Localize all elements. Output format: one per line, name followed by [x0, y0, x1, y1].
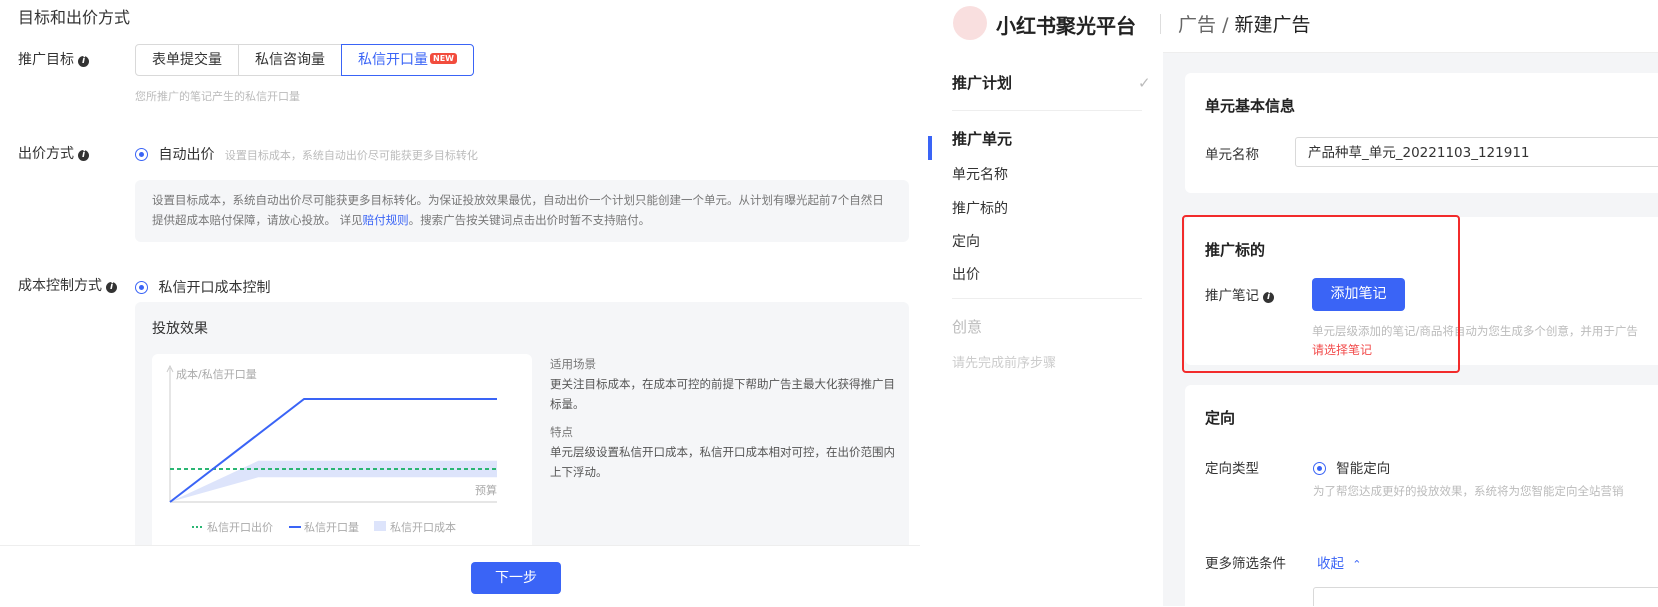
goal-label: 推广目标 i	[18, 49, 89, 69]
top-bar: 小红书聚光平台 广告 / 新建广告	[928, 0, 1658, 53]
y-axis-label: 成本/私信开口量	[176, 367, 257, 381]
goal-tab-open[interactable]: 私信开口量 NEW	[341, 44, 474, 76]
active-step-indicator	[928, 136, 932, 160]
unit-name-input[interactable]: 产品种草_单元_20221103_121911	[1295, 137, 1658, 167]
legend-cost-label: 私信开口成本	[390, 520, 456, 534]
breadcrumb-ads[interactable]: 广告	[1178, 14, 1216, 36]
chevron-up-icon: ⌃	[1352, 558, 1362, 571]
cost-band	[170, 460, 497, 502]
smart-targeting-radio[interactable]: 智能定向	[1313, 457, 1390, 477]
effect-title: 投放效果	[152, 321, 208, 337]
info-icon[interactable]: i	[78, 56, 89, 67]
new-badge: NEW	[430, 53, 457, 64]
filters-input[interactable]	[1313, 587, 1658, 606]
legend-bid-label: 私信开口出价	[207, 520, 273, 534]
cost-control-label: 成本控制方式 i	[18, 275, 117, 295]
nav-creative-hint: 请先完成前序步骤	[952, 356, 1057, 371]
breadcrumb: 广告 / 新建广告	[1178, 14, 1311, 36]
bid-label: 出价方式 i	[18, 143, 89, 163]
crumb-divider	[1160, 14, 1161, 34]
info-icon[interactable]: i	[78, 150, 89, 161]
effect-chart: 成本/私信开口量预算私信开口出价 私信开口量 私信开口成本	[166, 364, 497, 534]
nav-divider	[952, 110, 1142, 111]
targeting-hint: 为了帮您达成更好的投放效果，系统将为您智能定向全站营销	[1313, 484, 1624, 498]
effect-notes: 适用场景 更关注目标成本，在成本可控的前提下帮助广告主最大化获得推广目 标量。 …	[550, 357, 895, 479]
nav-unit-target[interactable]: 推广标的	[952, 198, 1008, 218]
legend-cost-swatch	[374, 521, 386, 531]
more-filters-label: 更多筛选条件	[1205, 556, 1286, 572]
nav-divider	[952, 298, 1142, 299]
targeting-type-label: 定向类型	[1205, 461, 1259, 477]
highlight-box	[1182, 215, 1460, 373]
cost-control-radio[interactable]: 私信开口成本控制	[135, 277, 270, 297]
unit-basic-card: 单元基本信息 单元名称 产品种草_单元_20221103_121911	[1185, 73, 1658, 193]
brand-name: 小红书聚光平台	[996, 14, 1136, 38]
nav-unit-targeting[interactable]: 定向	[952, 231, 980, 251]
legend-volume-label: 私信开口量	[304, 521, 359, 534]
info-icon[interactable]: i	[106, 282, 117, 293]
brand-logo	[953, 6, 987, 40]
goal-hint: 您所推广的笔记产生的私信开口量	[135, 90, 300, 103]
nav-unit-name[interactable]: 单元名称	[952, 164, 1008, 184]
goal-tab-consult[interactable]: 私信咨询量	[238, 44, 342, 76]
nav-unit[interactable]: 推广单元	[952, 128, 1012, 149]
radio-checked-icon[interactable]	[135, 148, 148, 161]
targeting-title: 定向	[1205, 409, 1236, 427]
radio-checked-icon[interactable]	[135, 281, 148, 294]
next-step-button[interactable]: 下一步	[471, 562, 561, 594]
bottom-bar	[0, 545, 920, 607]
nav-creative: 创意	[952, 318, 983, 336]
goal-tab-form[interactable]: 表单提交量	[135, 44, 239, 76]
radio-checked-icon[interactable]	[1313, 462, 1326, 475]
nav-unit-bid[interactable]: 出价	[952, 264, 980, 284]
bid-auto-radio[interactable]: 自动出价 设置目标成本，系统自动出价尽可能获更多目标转化	[135, 144, 478, 164]
ad-goal-panel: 目标和出价方式 推广目标 i 表单提交量 私信咨询量 私信开口量 NEW 您所推广的…	[0, 0, 920, 607]
nav-plan[interactable]: 推广计划	[952, 72, 1012, 93]
step-sidebar: 推广计划 ✓ 推广单元 单元名称 推广标的 定向 出价 创意 请先完成前序步骤	[928, 52, 1163, 606]
unit-name-label: 单元名称	[1205, 147, 1259, 163]
bid-description-box: 设置目标成本，系统自动出价尽可能获更多目标转化。为保证投放效果最优，自动出价一个…	[135, 180, 909, 242]
unit-basic-title: 单元基本信息	[1205, 97, 1296, 115]
targeting-card: 定向 定向类型 智能定向 为了帮您达成更好的投放效果，系统将为您智能定向全站营销…	[1185, 385, 1658, 606]
effect-chart-card: 成本/私信开口量预算私信开口出价 私信开口量 私信开口成本	[152, 354, 532, 554]
check-icon: ✓	[1138, 74, 1151, 92]
x-axis-label: 预算	[475, 483, 497, 497]
effect-box: 投放效果 成本/私信开口量预算私信开口出价 私信开口量 私信开口成本 适用场景 更关…	[135, 302, 909, 554]
breadcrumb-current: 新建广告	[1234, 14, 1311, 36]
collapse-toggle[interactable]: 收起 ⌃	[1317, 552, 1362, 572]
compensation-rules-link[interactable]: 赔付规则	[363, 213, 409, 227]
goal-tabs: 表单提交量 私信咨询量 私信开口量 NEW	[135, 44, 474, 76]
section-title: 目标和出价方式	[18, 8, 131, 27]
